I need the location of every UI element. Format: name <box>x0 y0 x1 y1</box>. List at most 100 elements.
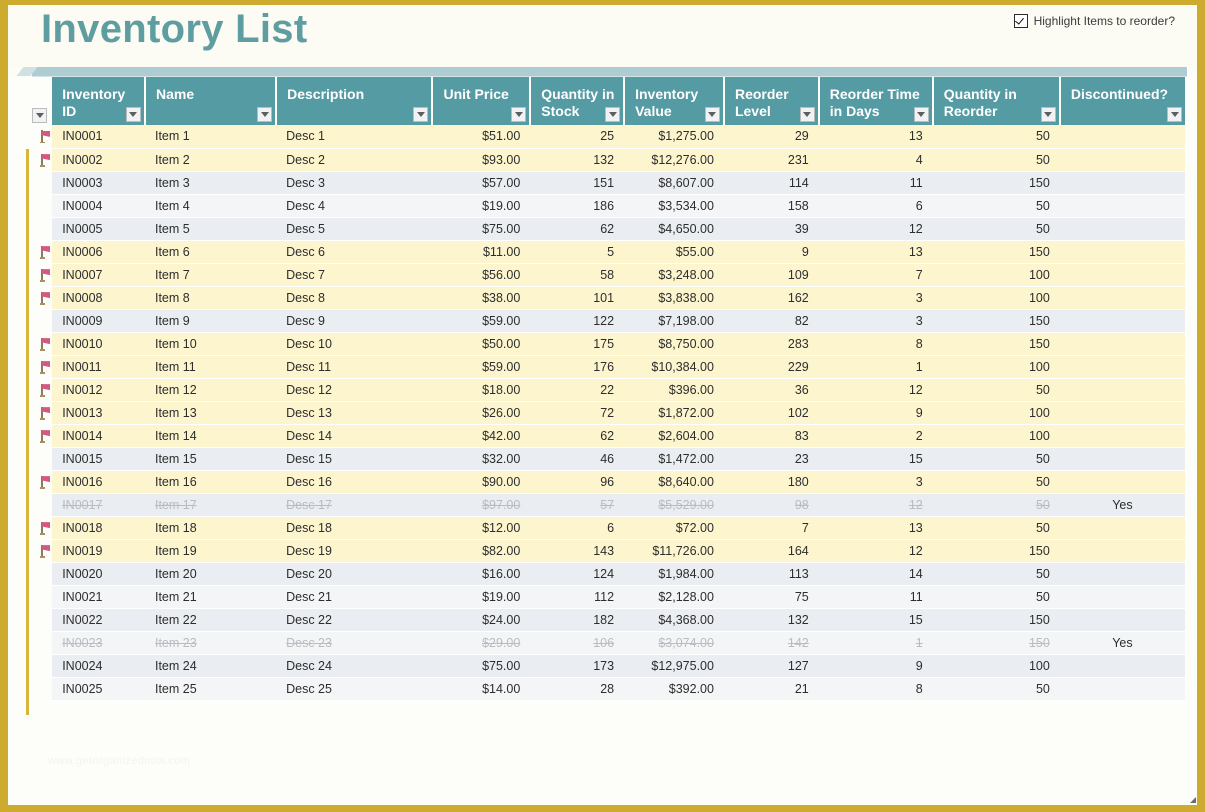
cell-description: Desc 10 <box>276 332 433 356</box>
table-row[interactable]: IN0016 Item 16 Desc 16 $90.00 96 $8,640.00 180… <box>30 470 1185 494</box>
filter-dropdown-icon[interactable] <box>799 107 815 123</box>
reorder-flag-cell <box>30 263 53 287</box>
cell-quantity_in_stock: 182 <box>530 608 625 632</box>
inventory-table-header: Inventory ID Name Description Unit Price Qua… <box>30 77 1185 126</box>
filter-dropdown-icon[interactable] <box>125 107 141 123</box>
cell-reorder_time_in_days: 9 <box>818 654 933 678</box>
cell-name: Item 3 <box>144 171 277 195</box>
table-row[interactable]: IN0010 Item 10 Desc 10 $50.00 175 $8,750.00 28… <box>30 332 1185 356</box>
filter-dropdown-icon[interactable] <box>913 107 929 123</box>
table-row[interactable]: IN0021 Item 21 Desc 21 $19.00 112 $2,128.00 75… <box>30 585 1185 609</box>
cell-description: Desc 7 <box>276 263 433 287</box>
cell-discontinued <box>1059 240 1185 264</box>
filter-dropdown-icon[interactable] <box>605 107 621 123</box>
cell-inventory_value: $11,726.00 <box>624 539 724 563</box>
table-row[interactable]: IN0014 Item 14 Desc 14 $42.00 62 $2,604.00 83 2… <box>30 424 1185 448</box>
table-row[interactable]: IN0025 Item 25 Desc 25 $14.00 28 $392.00 21 8 50 <box>30 677 1185 701</box>
filter-dropdown-icon[interactable] <box>511 107 527 123</box>
cell-reorder_time_in_days: 11 <box>818 585 933 609</box>
header-cell-inventory_value[interactable]: Inventory Value <box>624 77 725 126</box>
cell-reorder_time_in_days: 13 <box>818 516 933 540</box>
cell-inventory_id: IN0003 <box>52 171 145 195</box>
cell-name: Item 22 <box>144 608 277 632</box>
cell-inventory_id: IN0014 <box>52 424 145 448</box>
table-row[interactable]: IN0018 Item 18 Desc 18 $12.00 6 $72.00 7 13 50 <box>30 516 1185 540</box>
cell-discontinued <box>1059 516 1185 540</box>
cell-quantity_in_stock: 25 <box>530 125 625 149</box>
table-row[interactable]: IN0020 Item 20 Desc 20 $16.00 124 $1,984.00 11… <box>30 562 1185 586</box>
reorder-flag-icon <box>40 544 51 558</box>
header-cell-discontinued[interactable]: Discontinued? <box>1059 77 1185 126</box>
table-row[interactable]: IN0022 Item 22 Desc 22 $24.00 182 $4,368.00 13… <box>30 608 1185 632</box>
cell-quantity_in_stock: 186 <box>530 194 625 218</box>
table-row[interactable]: IN0005 Item 5 Desc 5 $75.00 62 $4,650.00 39 12 5… <box>30 217 1185 241</box>
header-cell-inventory_id[interactable]: Inventory ID <box>52 77 146 126</box>
cell-discontinued <box>1059 401 1185 425</box>
watermark-text: www.getorganizednow.com <box>48 755 191 767</box>
table-row[interactable]: IN0004 Item 4 Desc 4 $19.00 186 $3,534.00 158 6… <box>30 194 1185 218</box>
table-row[interactable]: IN0013 Item 13 Desc 13 $26.00 72 $1,872.00 102… <box>30 401 1185 425</box>
reorder-flag-icon <box>40 360 51 374</box>
cell-quantity_in_stock: 62 <box>530 424 625 448</box>
table-row[interactable]: IN0024 Item 24 Desc 24 $75.00 173 $12,975.00 1… <box>30 654 1185 678</box>
header-cell-unit_price[interactable]: Unit Price <box>432 77 532 126</box>
table-row[interactable]: IN0008 Item 8 Desc 8 $38.00 101 $3,838.00 162 3… <box>30 286 1185 310</box>
cell-name: Item 24 <box>144 654 277 678</box>
table-row[interactable]: IN0019 Item 19 Desc 19 $82.00 143 $11,726.00 1… <box>30 539 1185 563</box>
cell-quantity_in_reorder: 50 <box>932 378 1060 402</box>
cell-reorder_time_in_days: 12 <box>818 378 933 402</box>
cell-reorder_level: 39 <box>723 217 819 241</box>
table-row[interactable]: IN0023 Item 23 Desc 23 $29.00 106 $3,074.00 14… <box>30 631 1185 655</box>
filter-dropdown-icon[interactable] <box>1040 107 1056 123</box>
cell-description: Desc 24 <box>276 654 433 678</box>
table-row[interactable]: IN0002 Item 2 Desc 2 $93.00 132 $12,276.00 231… <box>30 148 1185 172</box>
cell-name: Item 20 <box>144 562 277 586</box>
cell-description: Desc 20 <box>276 562 433 586</box>
table-row[interactable]: IN0012 Item 12 Desc 12 $18.00 22 $396.00 36 12 5… <box>30 378 1185 402</box>
highlight-items-toggle[interactable]: Highlight Items to reorder? <box>1013 14 1175 28</box>
filter-dropdown-icon[interactable] <box>704 107 720 123</box>
cell-discontinued <box>1059 585 1185 609</box>
cell-name: Item 4 <box>144 194 277 218</box>
cell-discontinued <box>1059 125 1185 149</box>
cell-inventory_id: IN0006 <box>52 240 145 264</box>
header-cell-reorder_time_in_days[interactable]: Reorder Time in Days <box>818 77 934 126</box>
cell-name: Item 19 <box>144 539 277 563</box>
checkbox-checked-icon[interactable] <box>1013 14 1028 28</box>
filter-dropdown-icon[interactable] <box>257 107 273 123</box>
header-cell-reorder_level[interactable]: Reorder Level <box>723 77 820 126</box>
table-row[interactable]: IN0011 Item 11 Desc 11 $59.00 176 $10,384.00 2… <box>30 355 1185 379</box>
table-row[interactable]: IN0017 Item 17 Desc 17 $97.00 57 $5,529.00 98 1… <box>30 493 1185 517</box>
filter-dropdown-icon[interactable] <box>413 107 429 123</box>
table-row[interactable]: IN0009 Item 9 Desc 9 $59.00 122 $7,198.00 82 3 1… <box>30 309 1185 333</box>
cell-name: Item 10 <box>144 332 277 356</box>
cell-reorder_level: 114 <box>723 171 819 195</box>
table-row[interactable]: IN0003 Item 3 Desc 3 $57.00 151 $8,607.00 114 1… <box>30 171 1185 195</box>
cell-quantity_in_reorder: 100 <box>932 355 1060 379</box>
cell-reorder_level: 142 <box>723 631 819 655</box>
table-row[interactable]: IN0015 Item 15 Desc 15 $32.00 46 $1,472.00 23 1… <box>30 447 1185 471</box>
cell-inventory_id: IN0001 <box>52 125 145 149</box>
cell-reorder_level: 83 <box>723 424 819 448</box>
filter-dropdown-icon[interactable] <box>32 108 47 124</box>
header-cell-name[interactable]: Name <box>144 77 278 126</box>
header-cell-quantity_in_reorder[interactable]: Quantity in Reorder <box>932 77 1061 126</box>
cell-quantity_in_reorder: 50 <box>932 447 1060 471</box>
table-row[interactable]: IN0006 Item 6 Desc 6 $11.00 5 $55.00 9 13 150 <box>30 240 1185 264</box>
cell-reorder_time_in_days: 8 <box>818 677 933 701</box>
cell-inventory_id: IN0009 <box>52 309 145 333</box>
table-row[interactable]: IN0007 Item 7 Desc 7 $56.00 58 $3,248.00 109 7 1… <box>30 263 1185 287</box>
reorder-flag-icon <box>40 521 51 535</box>
cell-inventory_id: IN0011 <box>52 355 145 379</box>
header-cell-description[interactable]: Description <box>276 77 434 126</box>
header-cell-quantity_in_stock[interactable]: Quantity in Stock <box>530 77 626 126</box>
flag-column-rail <box>26 149 29 715</box>
cell-description: Desc 25 <box>276 677 433 701</box>
filter-dropdown-icon[interactable] <box>1167 107 1182 123</box>
cell-inventory_id: IN0021 <box>52 585 145 609</box>
cell-unit_price: $57.00 <box>432 171 531 195</box>
table-row[interactable]: IN0001 Item 1 Desc 1 $51.00 25 $1,275.00 29 13 5… <box>30 125 1185 149</box>
table-resize-grip[interactable] <box>1189 796 1197 804</box>
cell-reorder_time_in_days: 14 <box>818 562 933 586</box>
cell-unit_price: $59.00 <box>432 355 531 379</box>
